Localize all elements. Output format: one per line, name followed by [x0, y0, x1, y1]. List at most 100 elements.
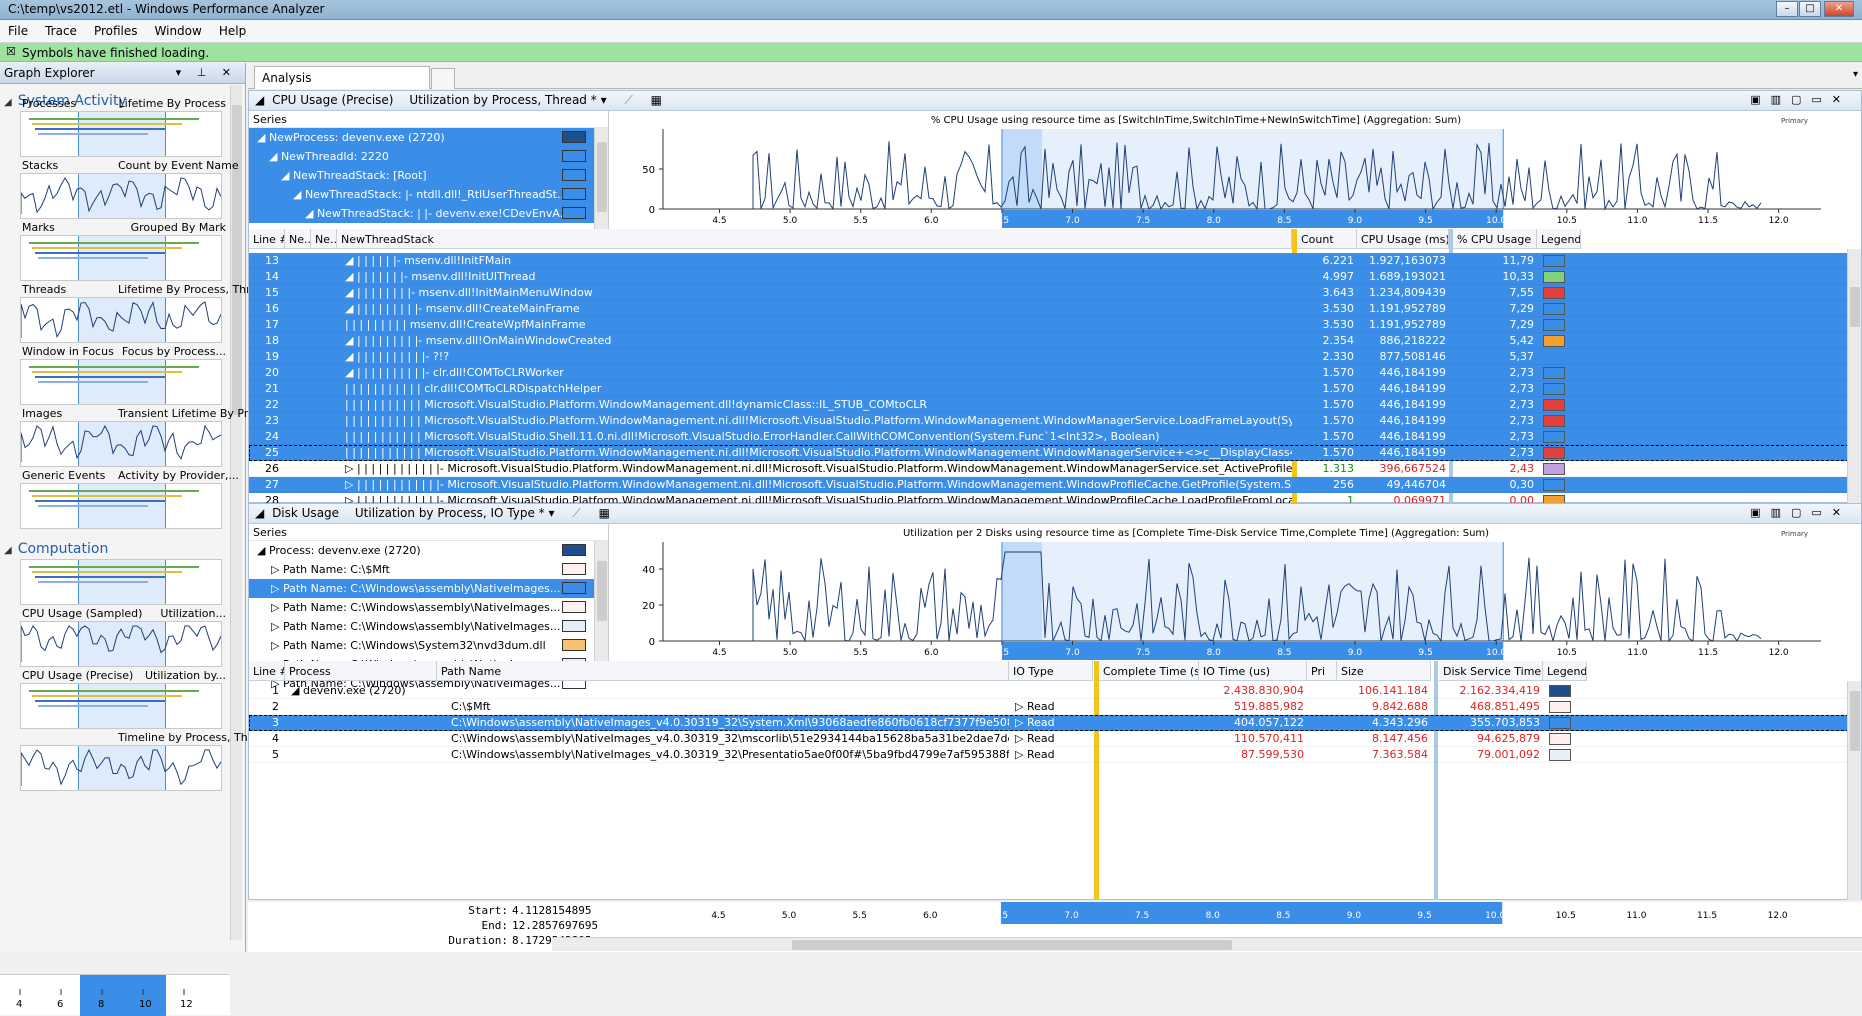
- table-row[interactable]: 1 ◢ devenv.exe (2720) 2.438.830,904 106.141…: [249, 683, 1849, 699]
- series-color-swatch[interactable]: [562, 544, 586, 556]
- maximize-button[interactable]: □: [1799, 1, 1821, 17]
- cpu-usage-chart[interactable]: % CPU Usage using resource time as [Swit…: [611, 111, 1861, 229]
- legend-swatch[interactable]: [1543, 415, 1565, 427]
- close-button[interactable]: ✕: [1824, 1, 1854, 17]
- collapse-icon[interactable]: ◢: [255, 93, 264, 107]
- graph_explorer.computation-view-2[interactable]: Utilization by...: [118, 669, 226, 682]
- column-header[interactable]: Count: [1297, 229, 1357, 249]
- legend-swatch[interactable]: [1543, 255, 1565, 267]
- legend-swatch[interactable]: [1543, 495, 1565, 503]
- column-header[interactable]: Ne...: [311, 229, 337, 249]
- legend-swatch[interactable]: [1549, 685, 1571, 697]
- column-header[interactable]: Legend: [1537, 229, 1581, 249]
- cpu-preset-dropdown[interactable]: Utilization by Process, Thread *: [409, 93, 596, 107]
- series-item[interactable]: ◢ NewThreadStack: |- ntdll.dll!_RtlUserT…: [249, 185, 608, 204]
- view-mode-controls[interactable]: ▣▥▢▭✕: [1750, 93, 1851, 106]
- series-item[interactable]: ▷ Path Name: C:\Windows\assembly\NativeI…: [249, 617, 608, 636]
- table-row[interactable]: 4 C:\Windows\assembly\NativeImages_v4.0.3…: [249, 731, 1849, 747]
- table-row[interactable]: 5 C:\Windows\assembly\NativeImages_v4.0.3…: [249, 747, 1849, 763]
- column-header[interactable]: Disk Service Time (...: [1439, 661, 1543, 681]
- table-row[interactable]: 3 C:\Windows\assembly\NativeImages_v4.0.3…: [249, 715, 1849, 731]
- graph_explorer.system_activity-view-2[interactable]: Grouped By Mark: [118, 221, 226, 234]
- collapse-icon[interactable]: ◢: [255, 506, 264, 520]
- graph_explorer.system_activity-thumbnail-2[interactable]: [20, 235, 222, 281]
- graph_explorer.computation-thumbnail-2[interactable]: [20, 683, 222, 729]
- menu-window[interactable]: Window: [147, 21, 211, 38]
- graph-explorer-time-axis[interactable]: 4 6 8 10 12: [0, 974, 230, 1016]
- disk-usage-chart[interactable]: Utilization per 2 Disks using resource t…: [611, 524, 1861, 661]
- graph-type-icon[interactable]: ⟋: [624, 93, 632, 107]
- tab-analysis[interactable]: Analysis: [254, 66, 430, 89]
- series-color-swatch[interactable]: [562, 601, 586, 613]
- table-row[interactable]: 26 ▷ | | | | | | | | | | | |- Microsoft.V…: [249, 461, 1849, 477]
- table-row[interactable]: 14 ◢ | | | | | | |- msenv.dll!InitUIThrea…: [249, 269, 1849, 285]
- table-scrollbar[interactable]: [1847, 249, 1861, 503]
- series-color-swatch[interactable]: [562, 131, 586, 143]
- graph_explorer.computation-thumbnail-0[interactable]: [20, 559, 222, 605]
- column-header[interactable]: Legend: [1543, 661, 1587, 681]
- menu-profiles[interactable]: Profiles: [86, 21, 147, 38]
- legend-swatch[interactable]: [1549, 701, 1571, 713]
- column-header[interactable]: Line #: [249, 229, 285, 249]
- column-header[interactable]: Complete Time (s): [1099, 661, 1199, 681]
- series-color-swatch[interactable]: [562, 563, 586, 575]
- table-row[interactable]: 25 | | | | | | | | | | | Microsoft.Visua…: [249, 445, 1849, 461]
- series-scrollbar[interactable]: [594, 128, 608, 229]
- table-row[interactable]: 17 | | | | | | | | | msenv.dll!CreateWpf…: [249, 317, 1849, 333]
- graph_explorer.system_activity-view-4[interactable]: Focus by Process...: [118, 345, 226, 358]
- graph_explorer.system_activity-view-3[interactable]: Lifetime By Process, Thread: [118, 283, 271, 296]
- minimize-button[interactable]: –: [1776, 1, 1798, 17]
- table-row[interactable]: 18 ◢ | | | | | | | | |- msenv.dll!OnMainW…: [249, 333, 1849, 349]
- expand-icon[interactable]: ◢: [4, 97, 12, 108]
- series-color-swatch[interactable]: [562, 620, 586, 632]
- graph_explorer.system_activity-label-4[interactable]: Window in Focus: [22, 345, 114, 358]
- series-color-swatch[interactable]: [562, 150, 586, 162]
- table-row[interactable]: 27 ▷ | | | | | | | | | | | |- Microsoft.V…: [249, 477, 1849, 493]
- settings-icon[interactable]: ▦: [651, 93, 662, 107]
- series-item[interactable]: ◢ Process: devenv.exe (2720): [249, 541, 608, 560]
- column-header[interactable]: Path Name: [437, 661, 1009, 681]
- column-header[interactable]: Process: [285, 661, 437, 681]
- legend-swatch[interactable]: [1543, 383, 1565, 395]
- graph_explorer.computation-thumbnail-3[interactable]: [20, 745, 222, 791]
- series-color-swatch[interactable]: [562, 169, 586, 181]
- table-row[interactable]: 21 | | | | | | | | | | | clr.dll!COMToCL…: [249, 381, 1849, 397]
- menu-file[interactable]: File: [0, 21, 37, 38]
- table-row[interactable]: 24 | | | | | | | | | | | Microsoft.Visua…: [249, 429, 1849, 445]
- menu-trace[interactable]: Trace: [37, 21, 86, 38]
- graph_explorer.system_activity-thumbnail-3[interactable]: [20, 297, 222, 343]
- graph_explorer.system_activity-thumbnail-1[interactable]: [20, 173, 222, 219]
- column-header[interactable]: % CPU Usage: [1453, 229, 1537, 249]
- tab-menu-icon[interactable]: ▾: [1853, 69, 1858, 80]
- graph_explorer.system_activity-thumbnail-4[interactable]: [20, 359, 222, 405]
- graph-type-icon[interactable]: ⟋: [572, 506, 580, 520]
- legend-swatch[interactable]: [1543, 335, 1565, 347]
- graph_explorer.system_activity-view-6[interactable]: Activity by Provider,...: [118, 469, 239, 482]
- table-row[interactable]: 20 ◢ | | | | | | | | | |- clr.dll!COMToCL…: [249, 365, 1849, 381]
- series-color-swatch[interactable]: [562, 188, 586, 200]
- table-row[interactable]: 16 ◢ | | | | | | | | |- msenv.dll!CreateM…: [249, 301, 1849, 317]
- column-header[interactable]: NewThreadStack: [337, 229, 1292, 249]
- graph-explorer-scrollbar[interactable]: [230, 85, 242, 940]
- legend-swatch[interactable]: [1549, 733, 1571, 745]
- graph_explorer.system_activity-label-2[interactable]: Marks: [22, 221, 55, 234]
- table-row[interactable]: 28 ▷ | | | | | | | | | | | |- Microsoft.V…: [249, 493, 1849, 503]
- column-header[interactable]: IO Time (us): [1199, 661, 1307, 681]
- series-item[interactable]: ◢ NewThreadStack: | |- devenv.exe!CDevEn…: [249, 204, 608, 223]
- series-scrollbar[interactable]: [594, 541, 608, 661]
- section-computation[interactable]: ◢ Computation: [4, 541, 108, 557]
- graph_explorer.system_activity-thumbnail-5[interactable]: [20, 421, 222, 467]
- legend-swatch[interactable]: [1549, 749, 1571, 761]
- legend-swatch[interactable]: [1543, 399, 1565, 411]
- series-color-swatch[interactable]: [562, 207, 586, 219]
- series-color-swatch[interactable]: [562, 582, 586, 594]
- column-header[interactable]: IO Type: [1009, 661, 1093, 681]
- graph_explorer.system_activity-label-3[interactable]: Threads: [22, 283, 66, 296]
- series-item[interactable]: ▷ Path Name: C:\Windows\assembly\NativeI…: [249, 598, 608, 617]
- dismiss-icon[interactable]: ☒: [6, 45, 16, 58]
- graph_explorer.computation-thumbnail-1[interactable]: [20, 621, 222, 667]
- series-item[interactable]: ◢ NewProcess: devenv.exe (2720): [249, 128, 608, 147]
- graph_explorer.system_activity-label-6[interactable]: Generic Events: [22, 469, 105, 482]
- horizontal-scrollbar[interactable]: [552, 937, 1862, 951]
- preset-chevron-icon[interactable]: ▾: [601, 93, 607, 107]
